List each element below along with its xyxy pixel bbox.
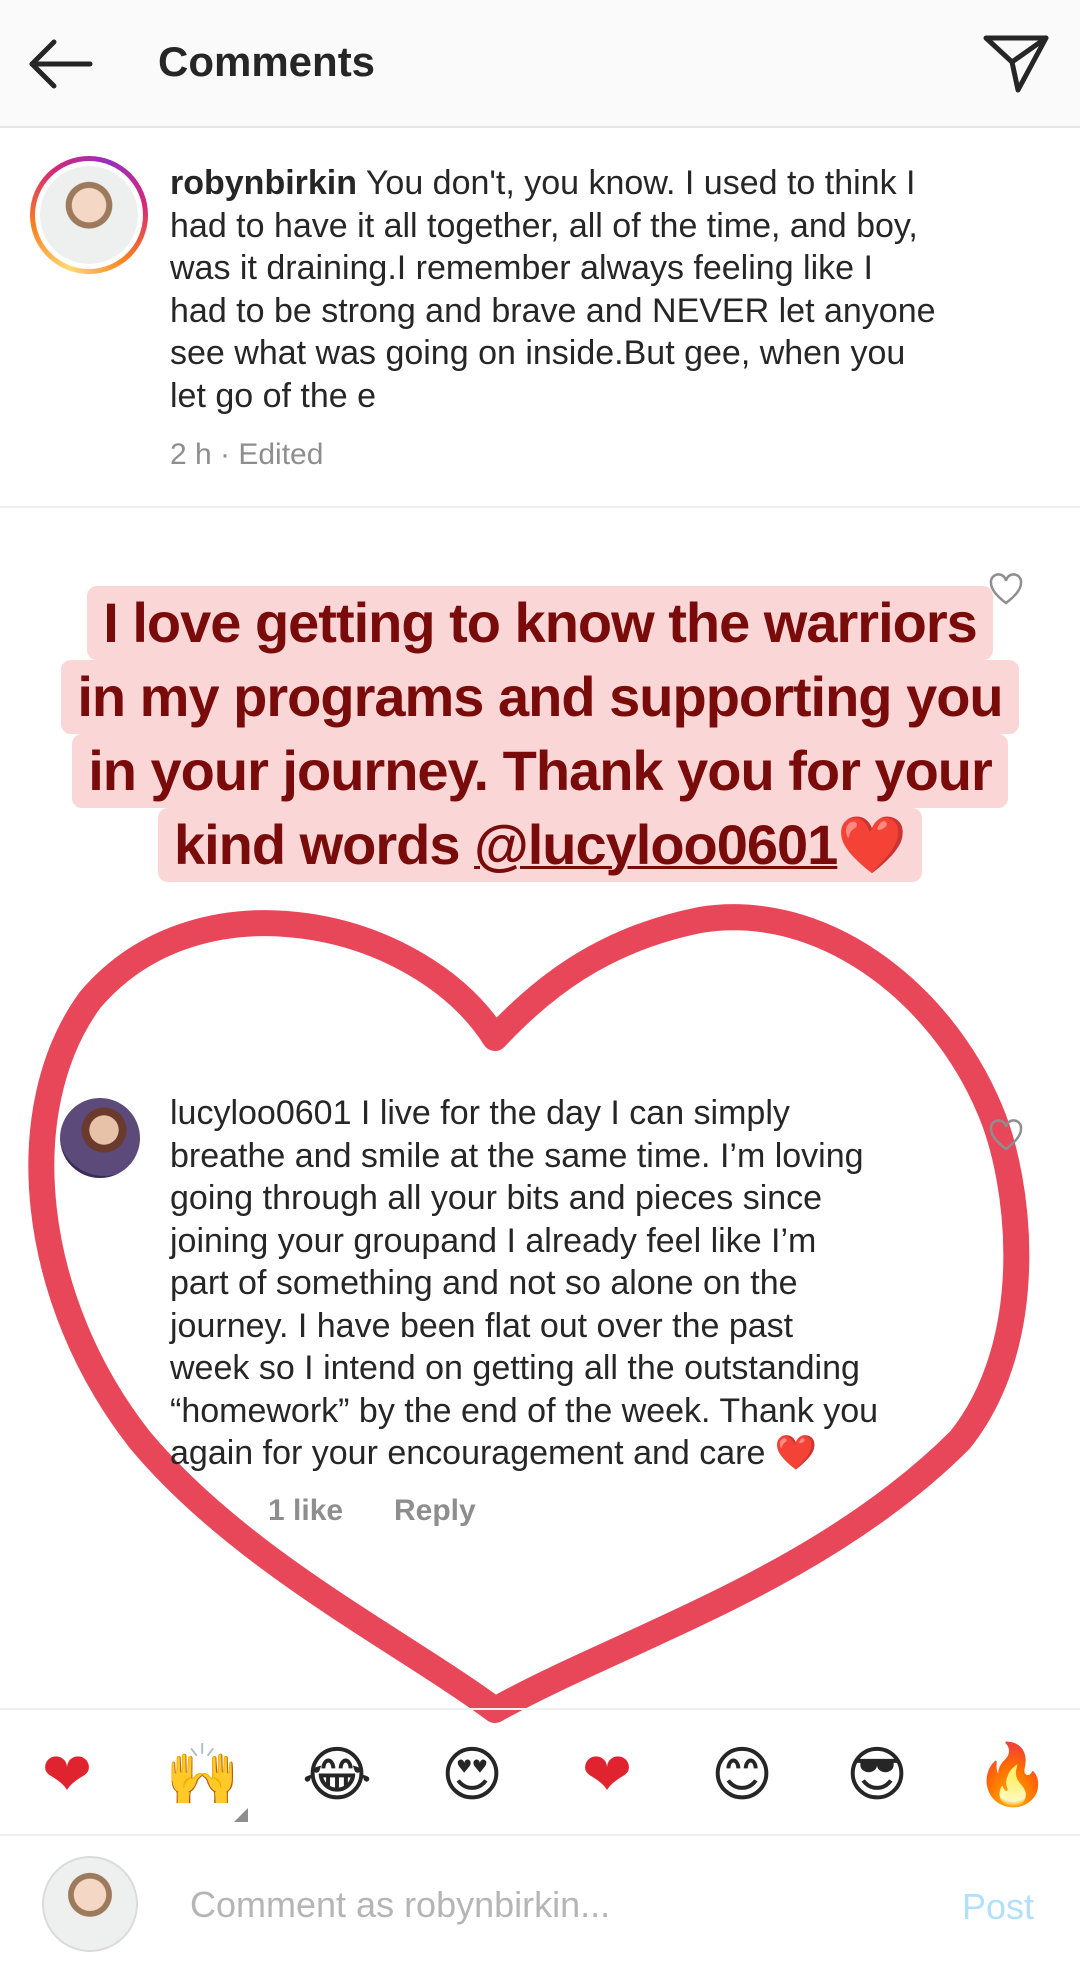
page-title: Comments (158, 38, 376, 85)
comment-line: let go of the e (170, 376, 377, 415)
overlay-text: kind words (173, 813, 475, 876)
post-button[interactable]: Post (962, 1886, 1034, 1928)
emoji-raised-hands[interactable]: 🙌 (165, 1738, 240, 1812)
comment-username[interactable]: lucyloo0601 (170, 1094, 351, 1132)
share-button[interactable] (980, 28, 1052, 100)
comment-lucyloo0601: lucyloo0601 I live for the day I can sim… (170, 1092, 970, 1475)
emoji-sunglasses[interactable]: 😎 (840, 1738, 914, 1812)
divider (0, 506, 1080, 508)
overlay-line: I love getting to know the warriors (87, 586, 993, 660)
back-button[interactable] (24, 28, 96, 100)
comment-line: robynbirkin You don't, you know. I used … (170, 162, 1030, 205)
overlay-line: kind words @lucyloo0601❤️ (157, 808, 923, 882)
likes-count[interactable]: 1 like (268, 1494, 343, 1528)
comment-line: “homework” by the end of the week. Thank… (170, 1391, 879, 1430)
comment-line: breathe and smile at the same time. I’m … (170, 1136, 864, 1175)
comment-line: was it draining.I remember always feelin… (170, 249, 873, 287)
emoji-red-heart[interactable]: ❤ (570, 1738, 644, 1812)
comment-line: journey. I have been flat out over the p… (170, 1306, 794, 1345)
comment-line-text: I live for the day I can simply (351, 1094, 790, 1132)
comment-line: week so I intend on getting all the outs… (170, 1349, 860, 1387)
emoji-smiling-face[interactable]: 😊 (705, 1738, 779, 1812)
comment-meta: 2 h · Edited (170, 438, 324, 471)
reply-button[interactable]: Reply (394, 1494, 476, 1528)
comment-line: had to have it all together, all of the … (170, 206, 918, 245)
arrow-left-icon (29, 39, 93, 89)
comment-line-text: You don't, you know. I used to think I (357, 164, 916, 202)
avatar (40, 166, 138, 264)
comment-line-text: again for your encouragement and care (170, 1434, 775, 1472)
comment-line: going through all your bits and pieces s… (170, 1179, 823, 1217)
comment-line: had to be strong and brave and NEVER let… (170, 291, 936, 330)
comments-screen: Comments robynbirkin You don't, you know… (0, 0, 1080, 1966)
heart-outline-icon[interactable] (988, 1118, 1024, 1154)
comment-input[interactable] (190, 1880, 890, 1930)
red-heart-emoji: ❤️ (774, 1434, 818, 1472)
comment-line: see what was going on inside.But gee, wh… (170, 334, 906, 372)
comment-robynbirkin: robynbirkin You don't, you know. I used … (170, 162, 1030, 417)
lucyloo0601-avatar[interactable] (60, 1098, 140, 1178)
overlay-line: in your journey. Thank you for your (72, 734, 1008, 808)
comment-composer: Post (0, 1836, 1080, 1966)
emoji-red-heart[interactable]: ❤ (30, 1738, 104, 1812)
comment-line: joining your groupand I already feel lik… (170, 1221, 817, 1260)
comment-line: lucyloo0601 I live for the day I can sim… (170, 1092, 970, 1135)
emoji-tears-of-joy[interactable]: 😂 (300, 1738, 374, 1812)
header-bar: Comments (0, 0, 1080, 128)
current-user-avatar (42, 1856, 138, 1952)
story-overlay-text: I love getting to know the warriors in m… (0, 586, 1080, 882)
mention-link[interactable]: @lucyloo0601 (474, 813, 838, 876)
emoji-heart-eyes[interactable]: 😍 (435, 1738, 509, 1812)
comment-username[interactable]: robynbirkin (170, 164, 357, 202)
skin-tone-indicator-icon (234, 1808, 248, 1822)
robynbirkin-avatar[interactable] (30, 156, 148, 274)
overlay-line: in my programs and supporting you (61, 660, 1019, 734)
red-heart-emoji: ❤️ (837, 813, 907, 876)
emoji-fire[interactable]: 🔥 (975, 1738, 1050, 1812)
paper-plane-icon (983, 35, 1049, 93)
comment-line: part of something and not so alone on th… (170, 1264, 798, 1302)
comment-line: again for your encouragement and care ❤️ (170, 1432, 970, 1475)
emoji-reaction-bar: ❤ 🙌 😂 😍 ❤ 😊 😎 🔥 (0, 1708, 1080, 1836)
